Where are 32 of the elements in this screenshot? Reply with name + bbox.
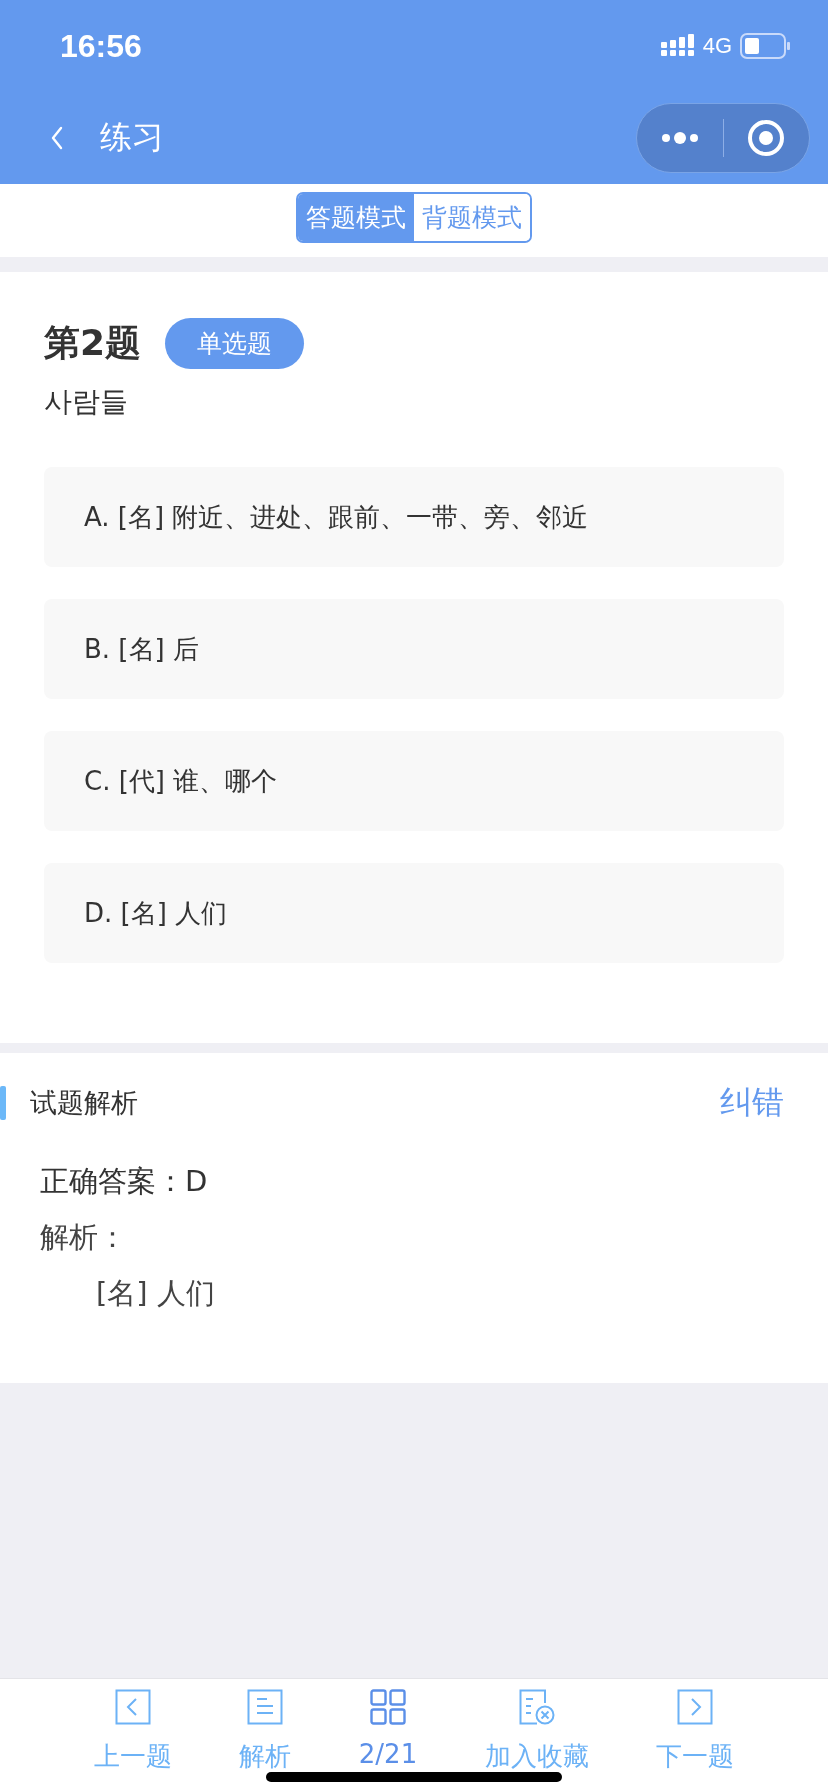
question-text: 사람들 (44, 384, 129, 420)
correct-answer: 正确答案：D (40, 1163, 209, 1200)
question-number: 第2题 (44, 321, 142, 365)
battery-icon (740, 33, 790, 59)
grid-icon (369, 1689, 406, 1725)
page-title: 练习 (100, 117, 165, 158)
back-icon (50, 125, 64, 151)
document-icon (247, 1689, 284, 1725)
section-title: 试题解析 (30, 1086, 139, 1120)
answer-option[interactable]: B. [名] 后 (44, 599, 784, 699)
signal-icon (660, 34, 695, 58)
explanation-label: 解析： (40, 1219, 128, 1256)
toolbar-button[interactable]: 2/21 (358, 1689, 418, 1769)
toolbar-button[interactable]: 上一题 (93, 1689, 172, 1774)
toolbar-button[interactable]: 解析 (239, 1689, 292, 1774)
mode-tab[interactable]: 答题模式 (298, 194, 414, 241)
prev-icon (114, 1689, 151, 1725)
status-time: 16:56 (60, 27, 142, 65)
next-icon (677, 1689, 714, 1725)
toolbar-button[interactable]: 加入收藏 (484, 1689, 589, 1774)
document-x-icon (518, 1689, 555, 1725)
answer-option[interactable]: A. [名] 附近、进处、跟前、一带、旁、邻近 (44, 467, 784, 567)
accent-bar (0, 1086, 6, 1120)
answer-option[interactable]: C. [代] 谁、哪个 (44, 731, 784, 831)
network-label: 4G (702, 33, 732, 59)
target-icon (747, 119, 786, 157)
explanation-text: [名] 人们 (95, 1275, 216, 1312)
answer-option[interactable]: D. [名] 人们 (44, 863, 784, 963)
question-type-badge: 单选题 (165, 318, 305, 369)
report-error-link[interactable]: 纠错 (720, 1081, 784, 1125)
more-icon (660, 131, 699, 145)
toolbar-button[interactable]: 下一题 (656, 1689, 735, 1774)
